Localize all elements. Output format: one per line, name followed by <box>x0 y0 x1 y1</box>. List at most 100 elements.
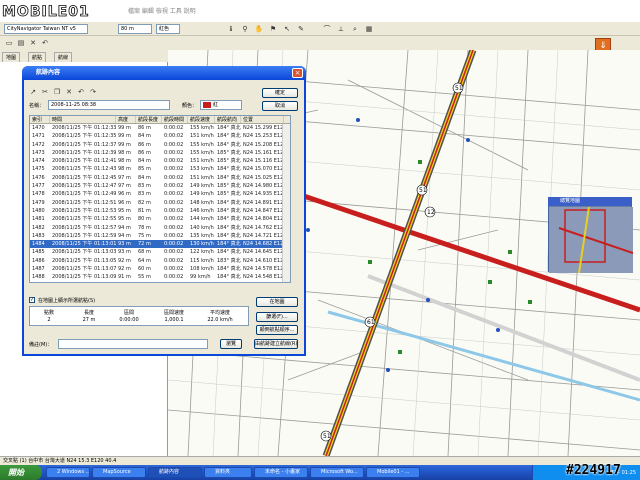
cell-leg-course: 184° 真北 <box>217 249 241 256</box>
cell-leg-length: 80 m <box>138 216 151 223</box>
col-leg-course[interactable]: 航段航向 <box>215 116 241 123</box>
info-icon[interactable]: ℹ <box>226 24 236 34</box>
table-row[interactable]: 1482 2008/11/25 下午 01:12:57 94 m 78 m 0:00:0… <box>30 224 290 232</box>
cell-leg-time: 0:00:02 <box>164 149 184 156</box>
invert-button[interactable]: 顛倒航點順序... <box>256 325 298 335</box>
table-row[interactable]: 1476 2008/11/25 下午 01:12:45 97 m 84 m 0:00:0… <box>30 174 290 182</box>
table-row[interactable]: 1481 2008/11/25 下午 01:12:55 95 m 80 m 0:00:0… <box>30 215 290 223</box>
cancel-button[interactable]: 取消 <box>262 101 298 111</box>
logo-text: MOBILE01 <box>2 4 90 20</box>
table-row[interactable]: 1475 2008/11/25 下午 01:12:43 98 m 85 m 0:00:0… <box>30 165 290 173</box>
taskbar-item[interactable]: Mobile01 - ... <box>366 467 420 478</box>
map-product-combo[interactable]: CityNavigator Taiwan NT v5 <box>4 24 88 34</box>
browse-button[interactable]: 瀏覽 <box>220 339 242 349</box>
col-time[interactable]: 時間 <box>50 116 116 123</box>
cell-position: N24 14.935 E12 <box>243 191 284 198</box>
tab-maps[interactable]: 地圖 <box>2 52 21 62</box>
select-icon[interactable]: ↖ <box>282 24 292 34</box>
table-row[interactable]: 1477 2008/11/25 下午 01:12:47 97 m 83 m 0:00:0… <box>30 182 290 190</box>
table-scrollbar[interactable] <box>282 124 290 282</box>
taskbar-item[interactable]: Microsoft Wo... <box>310 467 364 478</box>
taskbar-item[interactable]: 航跡內容 <box>148 467 202 478</box>
table-row[interactable]: 1483 2008/11/25 下午 01:12:59 94 m 75 m 0:00:0… <box>30 232 290 240</box>
table-row[interactable]: 1470 2008/11/25 下午 01:12:33 99 m 86 m 0:00:0… <box>30 124 290 132</box>
cell-leg-length: 81 m <box>138 207 151 214</box>
create-route-button[interactable]: 由航跡建立航線(R) <box>254 339 298 349</box>
table-row[interactable]: 1471 2008/11/25 下午 01:12:35 99 m 84 m 0:00:0… <box>30 132 290 140</box>
cell-leg-time: 0:00:02 <box>164 224 184 231</box>
copy-icon[interactable]: ❐ <box>52 87 62 97</box>
color-combo[interactable]: 紅色 <box>156 24 180 34</box>
col-position[interactable]: 位置 <box>241 116 284 123</box>
table-row[interactable]: 1480 2008/11/25 下午 01:12:53 95 m 81 m 0:00:0… <box>30 207 290 215</box>
table-row[interactable]: 1487 2008/11/25 下午 01:13:07 92 m 60 m 0:00:0… <box>30 265 290 273</box>
taskbar-item[interactable]: 2 Windows ... <box>46 467 90 478</box>
note-input[interactable] <box>58 339 208 349</box>
secondary-toolbar <box>0 37 640 50</box>
cut-icon[interactable]: ✂ <box>40 87 50 97</box>
start-button[interactable]: 開始 <box>0 465 42 480</box>
cell-leg-course: 184° 真北 <box>217 166 241 173</box>
redo-point-icon[interactable]: ↷ <box>88 87 98 97</box>
table-row[interactable]: 1484 2008/11/25 下午 01:13:01 93 m 72 m 0:00:0… <box>30 240 290 249</box>
col-index[interactable]: 索引 <box>30 116 50 123</box>
overview-map[interactable] <box>548 197 634 274</box>
map-icon[interactable]: ▦ <box>364 24 374 34</box>
cell-position: N24 14.804 E12 <box>243 216 284 223</box>
delete-point-icon[interactable]: ✕ <box>64 87 74 97</box>
undo-point-icon[interactable]: ↶ <box>76 87 86 97</box>
col-leg-time[interactable]: 航段時間 <box>162 116 188 123</box>
menu-bar[interactable]: 檔案 編輯 檢視 工具 說明 <box>128 6 196 15</box>
table-row[interactable]: 1478 2008/11/25 下午 01:12:49 96 m 83 m 0:00:0… <box>30 190 290 198</box>
measure-icon[interactable]: ⟂ <box>336 24 346 34</box>
cell-position: N24 15.208 E12 <box>243 141 284 148</box>
table-row[interactable]: 1479 2008/11/25 下午 01:12:51 96 m 82 m 0:00:0… <box>30 199 290 207</box>
track-name-input[interactable]: 2008-11-25 08:38 <box>48 100 170 110</box>
table-row[interactable]: 14892008/11/25 下午 01:13:1191 m50 m0:00:0… <box>30 282 290 283</box>
col-leg-speed[interactable]: 航段速度 <box>188 116 215 123</box>
cell-index: 1489 <box>30 282 50 283</box>
table-row[interactable]: 1488 2008/11/25 下午 01:13:09 91 m 55 m 0:00:0… <box>30 273 290 281</box>
track-tool-icon[interactable]: ↗ <box>28 87 38 97</box>
col-altitude[interactable]: 高度 <box>116 116 136 123</box>
filter-button[interactable]: 篩選(F)... <box>256 312 298 322</box>
tab-waypoints[interactable]: 航點 <box>28 52 47 62</box>
cell-position: N24 15.253 E12 <box>243 133 284 140</box>
tab-routes[interactable]: 航線 <box>54 52 73 62</box>
find-icon[interactable]: ⌕ <box>350 24 360 34</box>
summary-value: 2 <box>47 317 51 323</box>
cell-index: 1471 <box>32 133 45 140</box>
col-leg-length[interactable]: 航段長度 <box>136 116 162 123</box>
delete-icon[interactable]: ✕ <box>28 38 38 48</box>
show-on-map-button[interactable]: 在地圖 <box>256 297 298 307</box>
waypoint-icon[interactable]: ⚑ <box>268 24 278 34</box>
zoom-icon[interactable]: ⚲ <box>240 24 250 34</box>
cell-leg-time: 0:00:02 <box>164 257 184 264</box>
table-row[interactable]: 1485 2008/11/25 下午 01:13:03 93 m 68 m 0:00:0… <box>30 248 290 256</box>
table-row[interactable]: 1472 2008/11/25 下午 01:12:37 99 m 86 m 0:00:0… <box>30 141 290 149</box>
undo-icon[interactable]: ↶ <box>40 38 50 48</box>
table-row[interactable]: 1473 2008/11/25 下午 01:12:39 98 m 86 m 0:00:0… <box>30 149 290 157</box>
cell-altitude: 99 m <box>118 141 131 148</box>
cell-leg-course: 184° 真北 <box>217 241 241 248</box>
table-row[interactable]: 1474 2008/11/25 下午 01:12:41 98 m 84 m 0:00:0… <box>30 157 290 165</box>
zoom-combo[interactable]: 80 m <box>118 24 152 34</box>
taskbar-item[interactable]: 未命名 - 小畫家 <box>254 467 308 478</box>
table-row[interactable]: 1486 2008/11/25 下午 01:13:05 92 m 64 m 0:00:0… <box>30 257 290 265</box>
track-points-table[interactable]: 索引 時間 高度 航段長度 航段時間 航段速度 航段航向 位置 1470 2008… <box>29 115 291 283</box>
show-on-map-checkbox[interactable]: ✓ <box>29 297 35 303</box>
new-icon[interactable]: ▭ <box>4 38 14 48</box>
open-icon[interactable]: ▤ <box>16 38 26 48</box>
cell-leg-length: 82 m <box>138 199 151 206</box>
cell-leg-speed: 135 km/h <box>190 232 214 239</box>
track-color-select[interactable]: 紅 <box>200 100 242 110</box>
track-icon[interactable]: ⌒ <box>322 24 332 34</box>
taskbar-item[interactable]: MapSource <box>92 467 146 478</box>
dialog-close-button[interactable]: × <box>292 68 303 78</box>
taskbar-item[interactable]: 資料夾 <box>204 467 252 478</box>
cell-altitude: 96 m <box>118 191 131 198</box>
hand-icon[interactable]: ✋ <box>254 24 264 34</box>
cell-leg-length: 84 m <box>138 158 151 165</box>
route-icon[interactable]: ✎ <box>296 24 306 34</box>
ok-button[interactable]: 確定 <box>262 88 298 98</box>
